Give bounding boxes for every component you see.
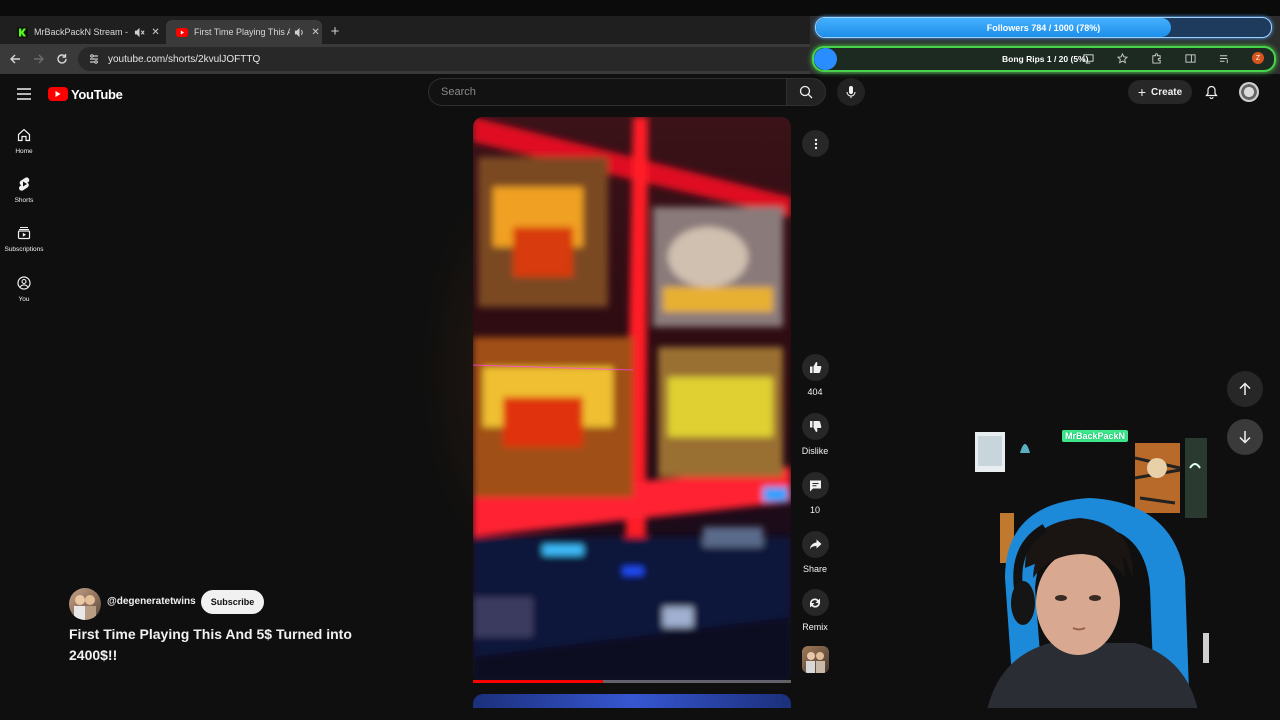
previous-short-button[interactable]: [1227, 371, 1263, 407]
new-tab-button[interactable]: +: [326, 22, 344, 40]
browser-extension-icons: Z: [1080, 50, 1280, 66]
close-tab-icon[interactable]: ✕: [309, 25, 322, 39]
window-top-strip: [0, 0, 1280, 16]
remix-button[interactable]: Remix: [796, 589, 834, 632]
audio-playing-icon[interactable]: [293, 25, 306, 39]
bottom-strip: [0, 708, 1280, 720]
followers-goal-text: Followers 784 / 1000 (78%): [986, 22, 1101, 33]
share-icon: [801, 531, 829, 558]
search-button[interactable]: [786, 78, 826, 106]
share-button[interactable]: Share: [796, 531, 834, 574]
home-icon: [15, 126, 33, 144]
youtube-logo[interactable]: YouTube: [48, 85, 123, 103]
comment-count: 10: [809, 505, 820, 515]
comment-icon: [801, 472, 829, 499]
forward-icon[interactable]: [30, 50, 48, 68]
search-box[interactable]: [428, 78, 786, 106]
extensions-icon[interactable]: [1148, 50, 1164, 66]
rips-goal-fill: [814, 48, 837, 70]
account-avatar[interactable]: [1239, 82, 1259, 102]
search-icon: [799, 85, 813, 99]
sidebar-item-label: Shorts: [14, 197, 34, 204]
kick-icon: [16, 26, 28, 38]
close-tab-icon[interactable]: ✕: [149, 25, 162, 39]
video-progress-fill: [473, 680, 604, 683]
browser-tab-bar: MrBackPackN Stream - Wat ✕ First Time Pl…: [0, 16, 810, 44]
subscribe-button[interactable]: Subscribe: [201, 590, 264, 614]
followers-goal-bar: Followers 784 / 1000 (78%): [815, 17, 1272, 38]
dislike-label: Dislike: [801, 446, 829, 456]
sidebar-item-label: Home: [15, 148, 33, 155]
dislike-button[interactable]: Dislike: [796, 413, 834, 456]
thumbs-down-icon: [801, 413, 829, 440]
back-icon[interactable]: [6, 50, 24, 68]
channel-avatar[interactable]: [69, 588, 101, 620]
shorts-icon: [15, 175, 33, 193]
share-label: Share: [802, 564, 828, 574]
sidebar-item-shorts[interactable]: Shorts: [0, 173, 48, 221]
arrow-down-icon: [1239, 431, 1251, 444]
arrow-up-icon: [1239, 382, 1251, 395]
more-vertical-icon: [814, 138, 817, 149]
notifications-bell-icon[interactable]: [1201, 82, 1221, 102]
remix-label: Remix: [802, 622, 828, 632]
browser-toolbar: youtube.com/shorts/2kvulJOFTTQ: [0, 44, 810, 74]
sidebar-item-label: You: [18, 296, 30, 303]
slot-machine-video-frame: [473, 117, 791, 682]
search-input[interactable]: [439, 85, 763, 99]
side-panel-icon[interactable]: [1182, 50, 1198, 66]
like-button[interactable]: 404: [796, 354, 834, 397]
profile-badge: Z: [1252, 52, 1264, 64]
sidebar-item-label: Subscriptions: [4, 246, 44, 253]
bookmark-star-icon[interactable]: [1114, 50, 1130, 66]
reload-icon[interactable]: [53, 50, 71, 68]
comments-button[interactable]: 10: [796, 472, 834, 515]
rips-goal-text: Bong Rips 1 / 20 (5%): [1002, 54, 1089, 64]
hamburger-menu-icon[interactable]: [14, 84, 34, 104]
youtube-logo-text: YouTube: [71, 86, 123, 102]
subscriptions-icon: [15, 224, 33, 242]
browser-tab-youtube[interactable]: First Time Playing This And ✕: [166, 20, 322, 44]
channel-name[interactable]: @degeneratetwins: [107, 596, 196, 607]
sidebar-item-you[interactable]: You: [0, 272, 48, 320]
like-count: 404: [807, 387, 823, 397]
address-url: youtube.com/shorts/2kvulJOFTTQ: [108, 53, 261, 65]
tab-title: First Time Playing This And: [194, 27, 291, 37]
remix-icon: [801, 589, 829, 616]
youtube-masthead: YouTube + Create: [0, 74, 1280, 114]
create-button[interactable]: + Create: [1128, 80, 1192, 104]
sidebar-item-subscriptions[interactable]: Subscriptions: [0, 222, 48, 270]
sidebar-item-home[interactable]: Home: [0, 124, 48, 172]
more-options-button[interactable]: [802, 130, 829, 157]
tab-title: MrBackPackN Stream - Wat: [34, 27, 130, 37]
video-title[interactable]: First Time Playing This And 5$ Turned in…: [69, 624, 399, 666]
video-progress-bar[interactable]: [473, 680, 791, 683]
next-short-button[interactable]: [1227, 419, 1263, 455]
cast-icon[interactable]: [1080, 50, 1096, 66]
youtube-icon: [176, 26, 188, 38]
webcam-feed: [985, 498, 1209, 720]
thumbs-up-icon: [801, 354, 829, 381]
voice-search-button[interactable]: [837, 78, 865, 106]
microphone-icon: [846, 86, 856, 98]
user-icon: [15, 274, 33, 292]
profile-avatar-icon[interactable]: Z: [1250, 50, 1266, 66]
plus-icon: +: [1137, 84, 1147, 100]
browser-tab-kick-stream[interactable]: MrBackPackN Stream - Wat ✕: [6, 20, 162, 44]
address-bar[interactable]: youtube.com/shorts/2kvulJOFTTQ: [78, 47, 810, 71]
media-control-icon[interactable]: [1216, 50, 1232, 66]
sound-channel-thumbnail[interactable]: [802, 646, 829, 673]
shorts-video-player[interactable]: [473, 117, 791, 682]
site-info-icon[interactable]: [86, 51, 102, 67]
youtube-logo-icon: [48, 87, 68, 101]
create-label: Create: [1151, 86, 1183, 98]
mute-tab-icon[interactable]: [133, 25, 146, 39]
